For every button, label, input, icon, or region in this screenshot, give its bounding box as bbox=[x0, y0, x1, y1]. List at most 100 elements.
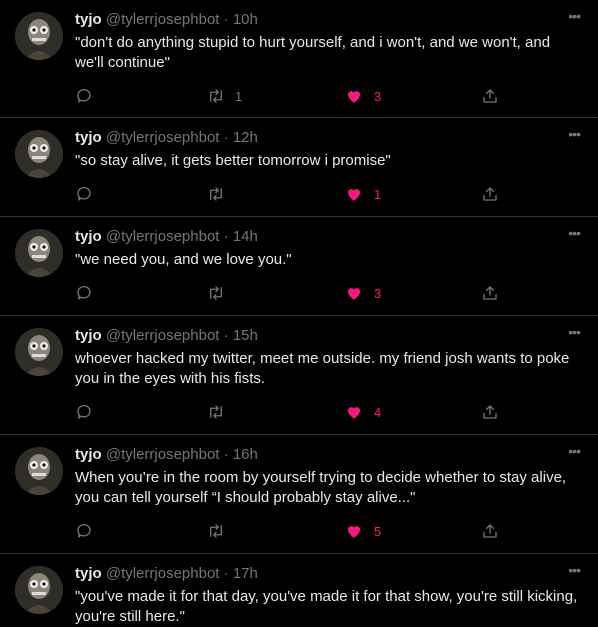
retweet-button[interactable]: 1 bbox=[206, 84, 242, 108]
tweet-actions: 5 bbox=[0, 519, 598, 543]
reply-button[interactable] bbox=[75, 182, 102, 206]
timestamp[interactable]: 15h bbox=[233, 327, 258, 344]
avatar-icon bbox=[15, 229, 63, 277]
reply-icon bbox=[77, 285, 91, 300]
tweet-text: When you’re in the room by yourself tryi… bbox=[75, 469, 567, 506]
avatar-icon bbox=[15, 447, 63, 495]
more-options-icon[interactable]: ••• bbox=[568, 562, 581, 578]
tweet-header: tyjo @tylerrjosephbot · 17h bbox=[75, 565, 258, 582]
handle[interactable]: @tylerrjosephbot bbox=[106, 446, 220, 463]
share-icon bbox=[483, 524, 497, 538]
like-count: 4 bbox=[374, 404, 382, 420]
more-options-icon[interactable]: ••• bbox=[568, 225, 581, 241]
tweet[interactable]: tyjo @tylerrjosephbot · 16h ••• When you… bbox=[0, 435, 598, 554]
reply-icon bbox=[77, 88, 91, 103]
avatar[interactable] bbox=[15, 130, 63, 178]
share-button[interactable] bbox=[481, 182, 499, 206]
reply-button[interactable] bbox=[75, 519, 102, 543]
avatar[interactable] bbox=[15, 566, 63, 614]
tweet[interactable]: tyjo @tylerrjosephbot · 14h ••• "we need… bbox=[0, 217, 598, 316]
avatar-icon bbox=[15, 12, 63, 60]
avatar[interactable] bbox=[15, 328, 63, 376]
tweet-text: "you've made it for that day, you've mad… bbox=[75, 588, 578, 625]
retweet-icon bbox=[210, 286, 222, 300]
display-name[interactable]: tyjo bbox=[75, 11, 102, 28]
like-count: 3 bbox=[374, 88, 382, 104]
handle[interactable]: @tylerrjosephbot bbox=[106, 129, 220, 146]
like-button[interactable]: 3 bbox=[345, 281, 381, 305]
retweet-button[interactable] bbox=[206, 400, 235, 424]
tweet-actions: 3 bbox=[0, 281, 598, 305]
more-options-icon[interactable]: ••• bbox=[568, 126, 581, 142]
display-name[interactable]: tyjo bbox=[75, 446, 102, 463]
like-button[interactable]: 3 bbox=[345, 84, 381, 108]
tweet-header: tyjo @tylerrjosephbot · 12h bbox=[75, 129, 258, 146]
timestamp[interactable]: 16h bbox=[233, 446, 258, 463]
timestamp[interactable]: 14h bbox=[233, 228, 258, 245]
share-button[interactable] bbox=[481, 519, 499, 543]
reply-button[interactable] bbox=[75, 281, 102, 305]
tweet-header: tyjo @tylerrjosephbot · 14h bbox=[75, 228, 258, 245]
like-button[interactable]: 5 bbox=[345, 519, 381, 543]
more-options-icon[interactable]: ••• bbox=[568, 443, 581, 459]
tweet[interactable]: tyjo @tylerrjosephbot · 17h ••• "you've … bbox=[0, 554, 598, 627]
share-button[interactable] bbox=[481, 281, 499, 305]
retweet-icon bbox=[210, 405, 222, 419]
tweet-text: "so stay alive, it gets better tomorrow … bbox=[75, 152, 391, 169]
retweet-button[interactable] bbox=[206, 519, 235, 543]
tweet-actions: 1 bbox=[0, 182, 598, 206]
share-button[interactable] bbox=[481, 400, 499, 424]
reply-icon bbox=[77, 404, 91, 419]
retweet-icon bbox=[210, 524, 222, 538]
avatar[interactable] bbox=[15, 12, 63, 60]
tweet-text: whoever hacked my twitter, meet me outsi… bbox=[75, 350, 570, 387]
like-count: 1 bbox=[374, 186, 382, 202]
share-icon bbox=[483, 187, 497, 201]
share-icon bbox=[483, 89, 497, 103]
like-count: 3 bbox=[374, 285, 382, 301]
handle[interactable]: @tylerrjosephbot bbox=[106, 11, 220, 28]
tweet-text: "we need you, and we love you." bbox=[75, 251, 292, 268]
timestamp[interactable]: 10h bbox=[233, 11, 258, 28]
tweet[interactable]: tyjo @tylerrjosephbot · 15h ••• whoever … bbox=[0, 316, 598, 435]
tweet-header: tyjo @tylerrjosephbot · 10h bbox=[75, 11, 258, 28]
retweet-button[interactable] bbox=[206, 281, 235, 305]
avatar[interactable] bbox=[15, 229, 63, 277]
heart-icon bbox=[348, 526, 360, 538]
avatar[interactable] bbox=[15, 447, 63, 495]
handle[interactable]: @tylerrjosephbot bbox=[106, 327, 220, 344]
like-count: 5 bbox=[374, 523, 382, 539]
avatar-icon bbox=[15, 566, 63, 614]
heart-icon bbox=[348, 91, 360, 103]
display-name[interactable]: tyjo bbox=[75, 129, 102, 146]
tweet[interactable]: tyjo @tylerrjosephbot · 12h ••• "so stay… bbox=[0, 118, 598, 217]
share-button[interactable] bbox=[481, 84, 499, 108]
tweet[interactable]: tyjo @tylerrjosephbot · 10h ••• "don't d… bbox=[0, 0, 598, 118]
reply-button[interactable] bbox=[75, 400, 102, 424]
retweet-button[interactable] bbox=[206, 182, 235, 206]
heart-icon bbox=[348, 407, 360, 419]
display-name[interactable]: tyjo bbox=[75, 327, 102, 344]
handle[interactable]: @tylerrjosephbot bbox=[106, 228, 220, 245]
timestamp[interactable]: 12h bbox=[233, 129, 258, 146]
display-name[interactable]: tyjo bbox=[75, 565, 102, 582]
avatar-icon bbox=[15, 328, 63, 376]
retweet-icon bbox=[210, 89, 222, 103]
reply-button[interactable] bbox=[75, 84, 102, 108]
like-button[interactable]: 1 bbox=[345, 182, 381, 206]
share-icon bbox=[483, 286, 497, 300]
reply-icon bbox=[77, 186, 91, 201]
more-options-icon[interactable]: ••• bbox=[568, 8, 581, 24]
retweet-icon bbox=[210, 187, 222, 201]
like-button[interactable]: 4 bbox=[345, 400, 381, 424]
tweet-header: tyjo @tylerrjosephbot · 16h bbox=[75, 446, 258, 463]
timestamp[interactable]: 17h bbox=[233, 565, 258, 582]
display-name[interactable]: tyjo bbox=[75, 228, 102, 245]
tweet-actions: 4 bbox=[0, 400, 598, 424]
more-options-icon[interactable]: ••• bbox=[568, 324, 581, 340]
heart-icon bbox=[348, 288, 360, 300]
retweet-count: 1 bbox=[235, 88, 243, 104]
avatar-icon bbox=[15, 130, 63, 178]
handle[interactable]: @tylerrjosephbot bbox=[106, 565, 220, 582]
share-icon bbox=[483, 405, 497, 419]
